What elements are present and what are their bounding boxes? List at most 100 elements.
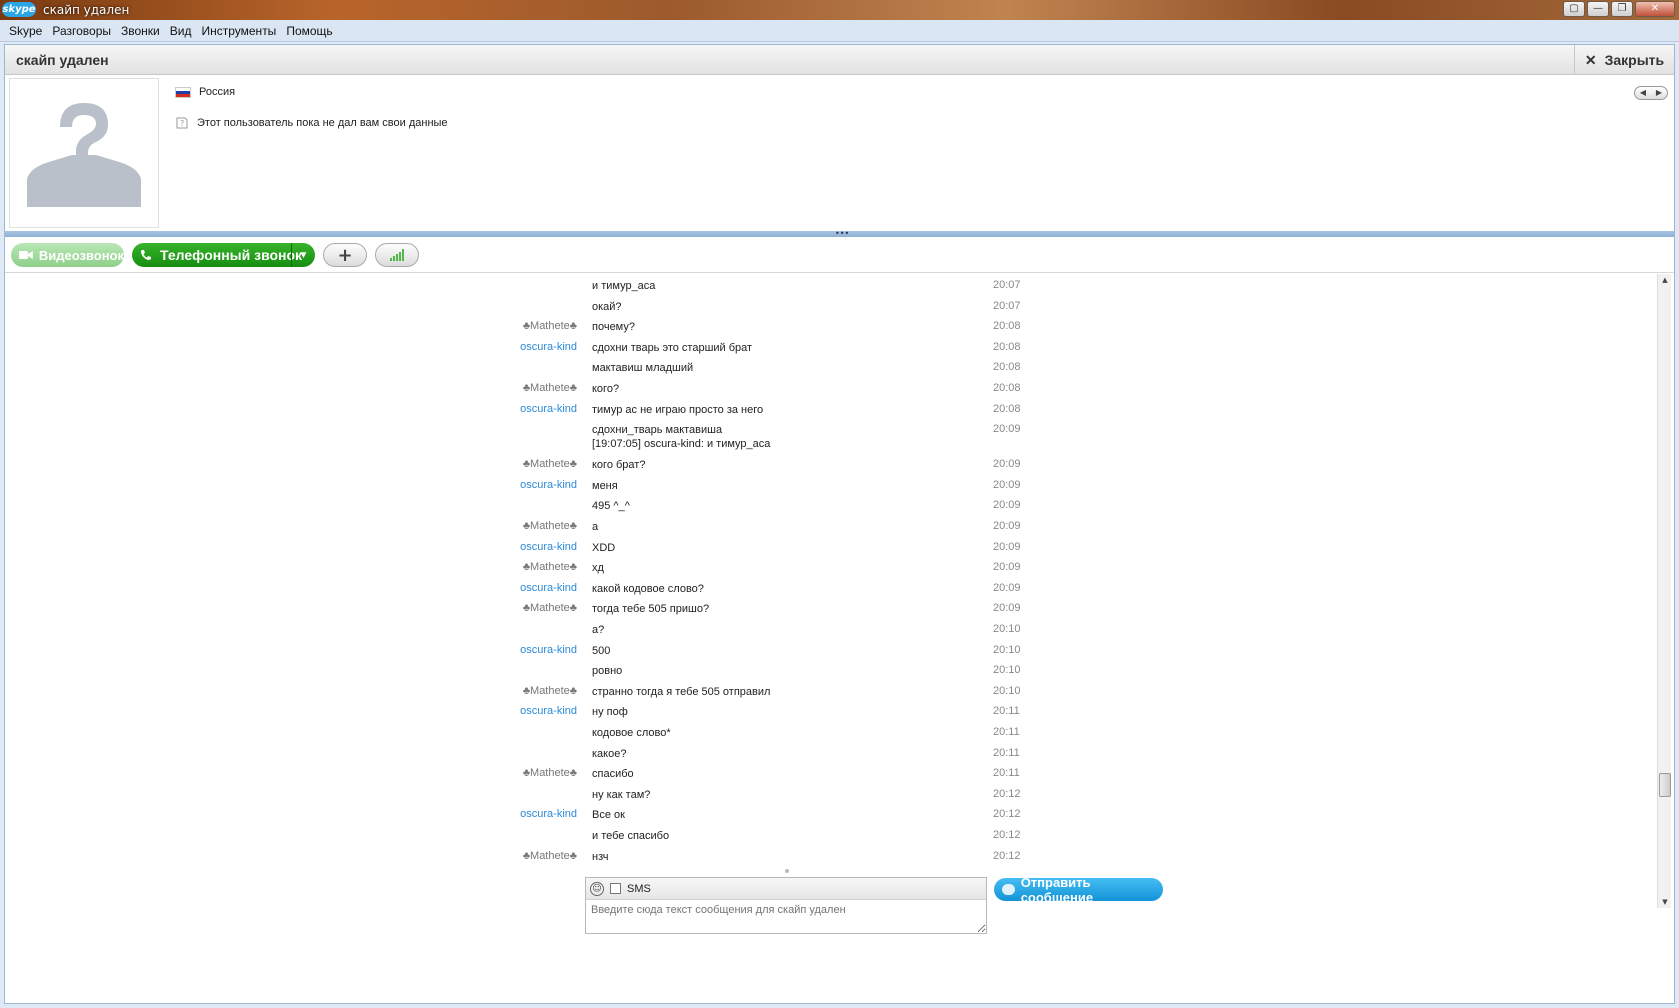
chat-history[interactable]: и тимур_аса 20:07 окай? 20:07 ♣Mathete♣ почем…: [5, 274, 1674, 912]
window-controls: ▢ — ❐ ✕: [1563, 1, 1675, 17]
message-input[interactable]: [586, 901, 986, 933]
svg-text:?: ?: [180, 119, 184, 128]
message-text: какое?: [592, 747, 627, 760]
chat-message: ♣Mathete♣ спасибо 20:11: [5, 767, 1665, 788]
grip-icon: •••: [835, 229, 850, 238]
message-author[interactable]: oscura-kind: [520, 644, 577, 656]
send-message-label: Отправить сообщение: [1020, 874, 1094, 905]
chat-message: ♣Mathete♣ тогда тебе 505 пришо? 20:09: [5, 602, 1665, 623]
contact-name: скайп удален: [16, 52, 109, 68]
message-text: почему?: [592, 321, 635, 334]
message-author[interactable]: ♣Mathete♣: [523, 382, 577, 394]
call-quality-button[interactable]: [375, 243, 419, 267]
chat-message: 495 ^_^ 20:09: [5, 499, 1665, 520]
next-arrow-icon[interactable]: ▶: [1651, 87, 1667, 99]
message-text: и тебе спасибо: [592, 830, 670, 842]
input-resize-handle[interactable]: [785, 869, 789, 873]
scroll-thumb[interactable]: [1659, 773, 1671, 797]
send-message-button[interactable]: Отправить сообщение: [994, 875, 1163, 905]
chat-message: а? 20:10: [5, 623, 1665, 644]
chat-message: ♣Mathete♣ почему? 20:08: [5, 320, 1665, 341]
message-text: а?: [592, 624, 605, 636]
message-author[interactable]: ♣Mathete♣: [523, 685, 577, 697]
message-text: сдохни_тварь мактавиша [19:07:05] oscura…: [592, 424, 771, 451]
sms-checkbox[interactable]: [610, 883, 621, 894]
scroll-up-icon[interactable]: ▲: [1658, 274, 1672, 286]
window-close-button[interactable]: ✕: [1635, 1, 1675, 17]
scroll-down-icon[interactable]: ▼: [1658, 896, 1672, 908]
call-options-dropdown[interactable]: ▼: [291, 243, 315, 267]
message-time: 20:07: [993, 299, 1021, 312]
close-conversation-button[interactable]: ✕ Закрыть: [1574, 45, 1674, 75]
russia-flag-icon: [175, 86, 191, 98]
minimize-button[interactable]: —: [1587, 1, 1609, 17]
chat-message: окай? 20:07: [5, 300, 1665, 321]
phone-call-label: Телефонный звонок: [160, 247, 303, 263]
chat-message: какое? 20:11: [5, 747, 1665, 768]
message-text: какой кодовое слово?: [592, 582, 704, 595]
window-title: скайп удален: [43, 3, 130, 17]
message-author[interactable]: oscura-kind: [520, 541, 577, 553]
message-author[interactable]: oscura-kind: [520, 403, 577, 415]
plus-icon: +: [337, 244, 353, 266]
chat-message: oscura-kind XDD 20:09: [5, 541, 1665, 562]
menu-skype[interactable]: Skype: [4, 24, 47, 38]
message-text: сдохни тварь это старший брат: [592, 341, 753, 354]
message-time: 20:11: [993, 705, 1020, 718]
chat-scrollbar[interactable]: ▲ ▼: [1657, 274, 1671, 908]
composer-toolbar: ☺ SMS: [586, 878, 986, 900]
country-row: Россия: [175, 86, 235, 98]
message-author[interactable]: ♣Mathete♣: [523, 520, 577, 532]
message-text: окай?: [592, 300, 622, 313]
menu-tools[interactable]: Инструменты: [196, 24, 281, 38]
add-participant-button[interactable]: +: [323, 243, 367, 267]
message-author[interactable]: oscura-kind: [520, 479, 577, 491]
message-author[interactable]: ♣Mathete♣: [523, 602, 577, 614]
message-author[interactable]: ♣Mathete♣: [523, 320, 577, 332]
message-author[interactable]: oscura-kind: [520, 341, 577, 353]
conversation-panel: скайп удален ✕ Закрыть Россия ? Этот пол…: [4, 44, 1675, 1004]
message-text: кодовое слово*: [592, 727, 671, 739]
call-toolbar: Видеозвонок Телефонный звонок ▼ +: [5, 237, 1674, 273]
message-text: тогда тебе 505 пришо?: [592, 603, 710, 616]
message-time: 20:08: [993, 382, 1021, 394]
prev-arrow-icon[interactable]: ◀: [1635, 87, 1651, 99]
message-author[interactable]: ♣Mathete♣: [523, 458, 577, 470]
video-call-button[interactable]: Видеозвонок: [11, 243, 124, 267]
avatar[interactable]: [9, 78, 159, 228]
close-icon: ✕: [1584, 51, 1597, 68]
message-author[interactable]: oscura-kind: [520, 705, 577, 717]
message-author[interactable]: oscura-kind: [520, 808, 577, 820]
chat-message: мактавиш младший 20:08: [5, 361, 1665, 382]
message-time: 20:08: [993, 340, 1021, 353]
chat-message: ♣Mathete♣ странно тогда я тебе 505 отправ…: [5, 685, 1665, 706]
message-time: 20:10: [993, 623, 1021, 635]
message-author[interactable]: ♣Mathete♣: [523, 767, 577, 779]
chat-message: ♣Mathete♣ кого? 20:08: [5, 382, 1665, 403]
smiley-icon[interactable]: ☺: [590, 881, 604, 896]
compact-view-button[interactable]: ▢: [1563, 1, 1585, 17]
message-author[interactable]: ♣Mathete♣: [523, 850, 577, 862]
chat-message: oscura-kind 500 20:10: [5, 644, 1665, 665]
menu-help[interactable]: Помощь: [281, 24, 337, 38]
message-time: 20:12: [993, 787, 1021, 800]
signal-bars-icon: [390, 249, 404, 261]
info-icon: ?: [176, 117, 188, 129]
message-author[interactable]: ♣Mathete♣: [523, 561, 577, 573]
chat-message: oscura-kind сдохни тварь это старший брат…: [5, 341, 1665, 362]
chat-message: oscura-kind меня 20:09: [5, 479, 1665, 500]
message-time: 20:09: [993, 540, 1021, 553]
message-time: 20:10: [993, 664, 1021, 677]
menu-view[interactable]: Вид: [165, 24, 197, 38]
country-label: Россия: [199, 86, 236, 98]
title-bar: skype скайп удален ▢ — ❐ ✕: [0, 0, 1679, 20]
menu-calls[interactable]: Звонки: [116, 24, 165, 38]
menu-conversations[interactable]: Разговоры: [47, 24, 116, 38]
message-time: 20:08: [993, 320, 1021, 333]
message-time: 20:11: [993, 746, 1020, 759]
close-label: Закрыть: [1604, 52, 1665, 68]
chat-message: ровно 20:10: [5, 664, 1665, 685]
message-author[interactable]: oscura-kind: [520, 582, 577, 594]
phone-call-button[interactable]: Телефонный звонок ▼: [132, 243, 315, 267]
restore-button[interactable]: ❐: [1611, 1, 1633, 17]
